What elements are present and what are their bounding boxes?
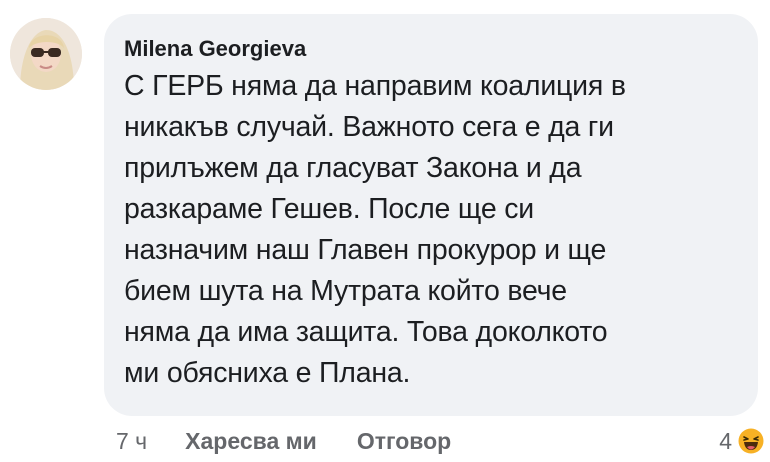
reply-button[interactable]: Отговор [357,428,451,455]
comment-text: С ГЕРБ няма да направим коалиция в никак… [124,70,626,389]
comment-bubble: Milena Georgieva С ГЕРБ няма да направим… [104,14,758,416]
comment-timestamp[interactable]: 7 ч [116,428,147,455]
avatar[interactable] [10,18,82,90]
haha-reaction-icon [738,428,764,454]
profile-photo-icon [10,18,82,90]
like-button[interactable]: Харесва ми [185,428,317,455]
reactions-summary[interactable]: 4 [719,428,764,455]
comment-author[interactable]: Milena Georgieva [124,36,732,62]
reaction-count: 4 [719,428,732,454]
comment-actions: 7 ч Харесва ми Отговор [116,428,451,462]
